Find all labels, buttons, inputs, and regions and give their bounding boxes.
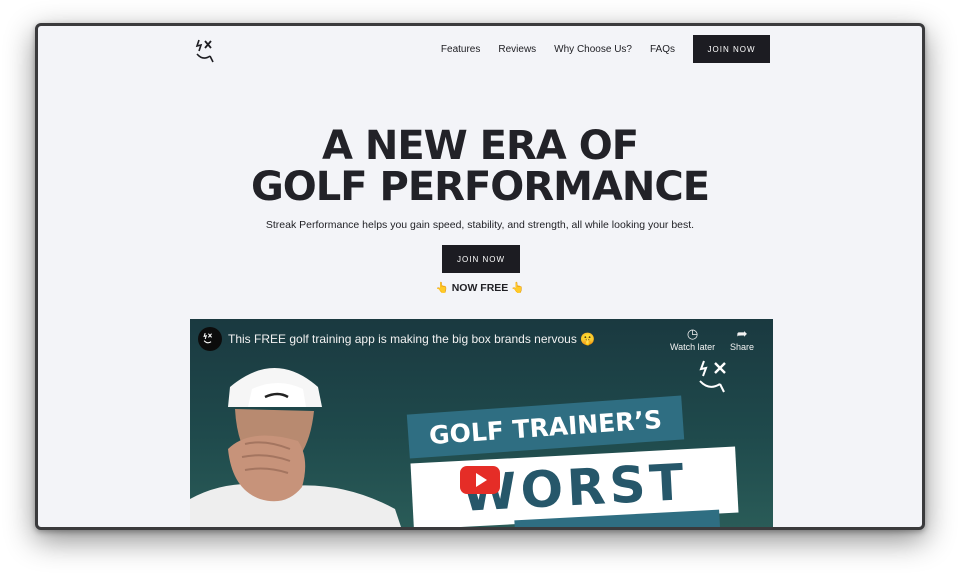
share-button[interactable]: ➦ Share bbox=[730, 326, 754, 352]
hero-join-button[interactable]: JOIN NOW bbox=[442, 245, 520, 273]
nav-link-reviews[interactable]: Reviews bbox=[498, 44, 536, 55]
video-title[interactable]: This FREE golf training app is making th… bbox=[228, 332, 595, 346]
nav-link-faqs[interactable]: FAQs bbox=[650, 44, 675, 55]
share-arrow-icon: ➦ bbox=[736, 326, 748, 341]
top-navigation: Features Reviews Why Choose Us? FAQs JOI… bbox=[38, 26, 922, 96]
play-button[interactable] bbox=[460, 466, 500, 494]
share-label: Share bbox=[730, 342, 755, 352]
pointing-up-icon: 👆 bbox=[435, 282, 449, 294]
brand-logo-icon[interactable] bbox=[193, 36, 223, 66]
nav-link-features[interactable]: Features bbox=[441, 44, 480, 55]
hero-subtitle: Streak Performance helps you gain speed,… bbox=[265, 219, 695, 231]
hero-title-line-1: A NEW ERA OF bbox=[321, 123, 639, 169]
video-player[interactable]: This FREE golf training app is making th… bbox=[190, 319, 773, 527]
now-free-text: NOW FREE bbox=[451, 282, 509, 294]
watch-later-button[interactable]: ◷ Watch later bbox=[670, 326, 715, 352]
browser-window: Features Reviews Why Choose Us? FAQs JOI… bbox=[35, 23, 925, 530]
brand-logo-icon bbox=[203, 332, 213, 344]
play-icon bbox=[475, 473, 487, 487]
hero-title: A NEW ERA OF GOLF PERFORMANCE bbox=[38, 126, 922, 208]
now-free-label: 👆 NOW FREE 👆 bbox=[38, 281, 922, 294]
nav-links: Features Reviews Why Choose Us? FAQs JOI… bbox=[441, 35, 770, 63]
brand-watermark-icon bbox=[699, 360, 726, 393]
thumbnail-headline-line-1: GOLF TRAINER’S bbox=[406, 395, 685, 459]
clock-icon: ◷ bbox=[686, 326, 699, 341]
watch-later-label: Watch later bbox=[670, 342, 716, 352]
channel-avatar[interactable] bbox=[198, 327, 222, 351]
nav-link-why-choose-us[interactable]: Why Choose Us? bbox=[554, 44, 632, 55]
hero-title-line-2: GOLF PERFORMANCE bbox=[250, 164, 710, 210]
nav-join-button[interactable]: JOIN NOW bbox=[693, 35, 770, 63]
pointing-up-icon: 👆 bbox=[511, 282, 525, 294]
golfer-thumbnail-image bbox=[190, 368, 401, 527]
